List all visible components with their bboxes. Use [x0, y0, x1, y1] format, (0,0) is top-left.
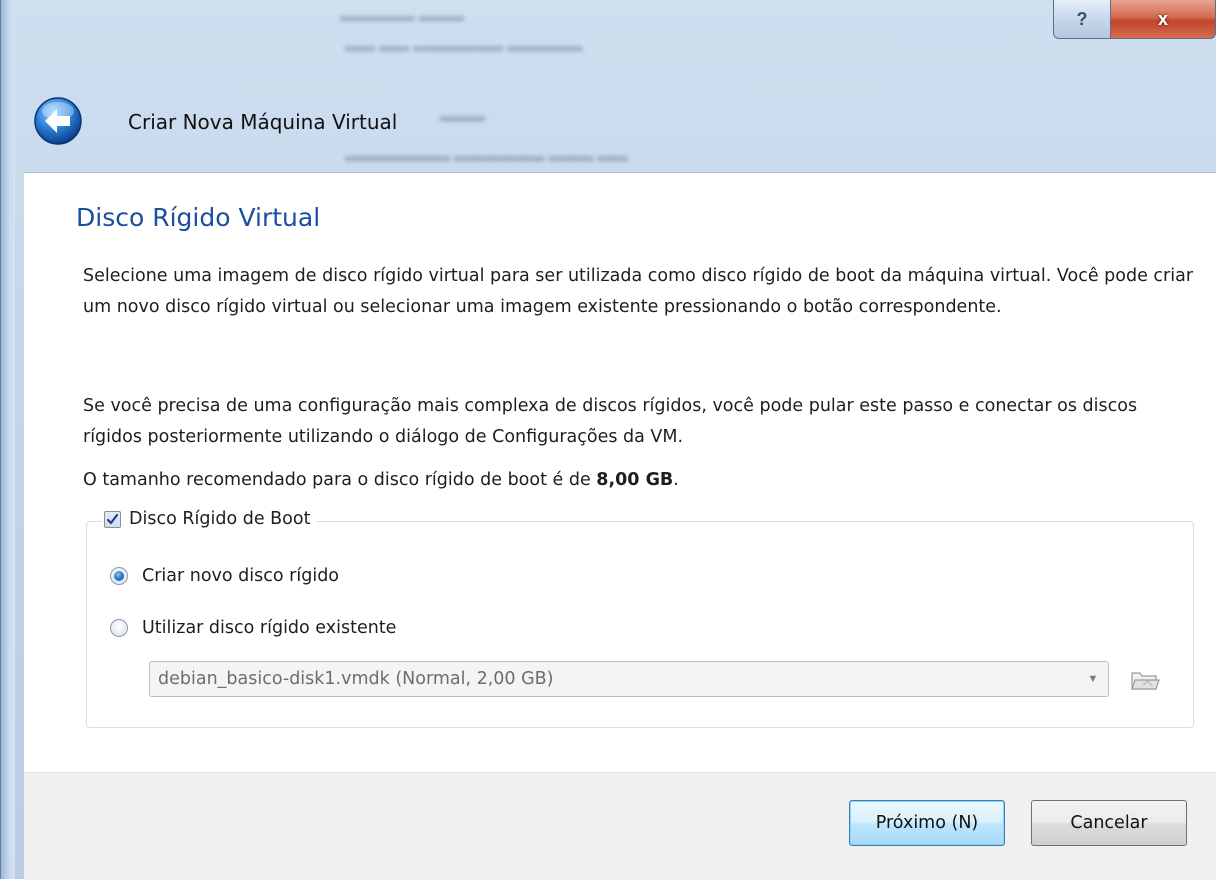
wizard-page: Disco Rígido Virtual Selecione uma image…	[24, 172, 1216, 773]
boot-disk-checkbox-label: Disco Rígido de Boot	[129, 509, 311, 529]
window-left-border	[0, 0, 15, 879]
help-button[interactable]: ?	[1053, 0, 1111, 39]
recommended-size-prefix: O tamanho recomendado para o disco rígid…	[83, 470, 597, 490]
boot-disk-checkbox[interactable]: Disco Rígido de Boot	[102, 509, 317, 529]
wizard-footer: Próximo (N) Cancelar	[24, 772, 1216, 880]
background-blur-text: ▬▬▬	[440, 108, 485, 125]
radio-button-selected[interactable]	[110, 567, 128, 585]
radio-use-existing-disk[interactable]: Utilizar disco rígido existente	[110, 618, 396, 638]
next-button[interactable]: Próximo (N)	[849, 800, 1005, 846]
close-icon: x	[1157, 8, 1168, 29]
chevron-down-icon[interactable]: ▼	[1078, 673, 1108, 685]
caption-buttons: ? x	[1053, 0, 1216, 44]
background-blur-text: ▬▬ ▬▬ ▬▬▬▬▬▬ ▬▬▬▬▬	[345, 38, 583, 55]
recommended-size-suffix: .	[673, 470, 679, 490]
description-paragraph: Selecione uma imagem de disco rígido vir…	[83, 266, 1194, 317]
radio-create-new-disk[interactable]: Criar novo disco rígido	[110, 566, 339, 586]
radio-button[interactable]	[110, 619, 128, 637]
wizard-title: Criar Nova Máquina Virtual	[128, 110, 398, 134]
checkmark-icon	[106, 513, 119, 524]
back-arrow-icon	[34, 97, 82, 145]
radio-create-new-disk-label: Criar novo disco rígido	[142, 566, 340, 586]
help-icon: ?	[1076, 8, 1088, 29]
advanced-note-paragraph: Se você precisa de uma configuração mais…	[83, 396, 1138, 447]
recommended-size-text: O tamanho recomendado para o disco rígid…	[83, 465, 679, 496]
checkbox[interactable]	[104, 510, 121, 528]
folder-open-icon	[1131, 672, 1160, 690]
recommended-size-value: 8,00 GB	[596, 470, 674, 490]
background-blur-text: ▬▬▬▬▬▬▬ ▬▬▬▬▬▬ ▬▬▬ ▬▬	[345, 148, 628, 165]
cancel-button[interactable]: Cancelar	[1031, 800, 1187, 846]
choose-disk-button[interactable]	[1129, 668, 1161, 692]
radio-use-existing-disk-label: Utilizar disco rígido existente	[142, 618, 397, 638]
back-button[interactable]	[33, 96, 83, 146]
existing-disk-select-value: debian_basico-disk1.vmdk (Normal, 2,00 G…	[158, 669, 554, 689]
existing-disk-select[interactable]: debian_basico-disk1.vmdk (Normal, 2,00 G…	[149, 661, 1109, 697]
background-blur-text: ▬▬▬▬▬ ▬▬▬	[340, 8, 465, 25]
page-heading: Disco Rígido Virtual	[76, 203, 321, 232]
close-button[interactable]: x	[1111, 0, 1216, 39]
